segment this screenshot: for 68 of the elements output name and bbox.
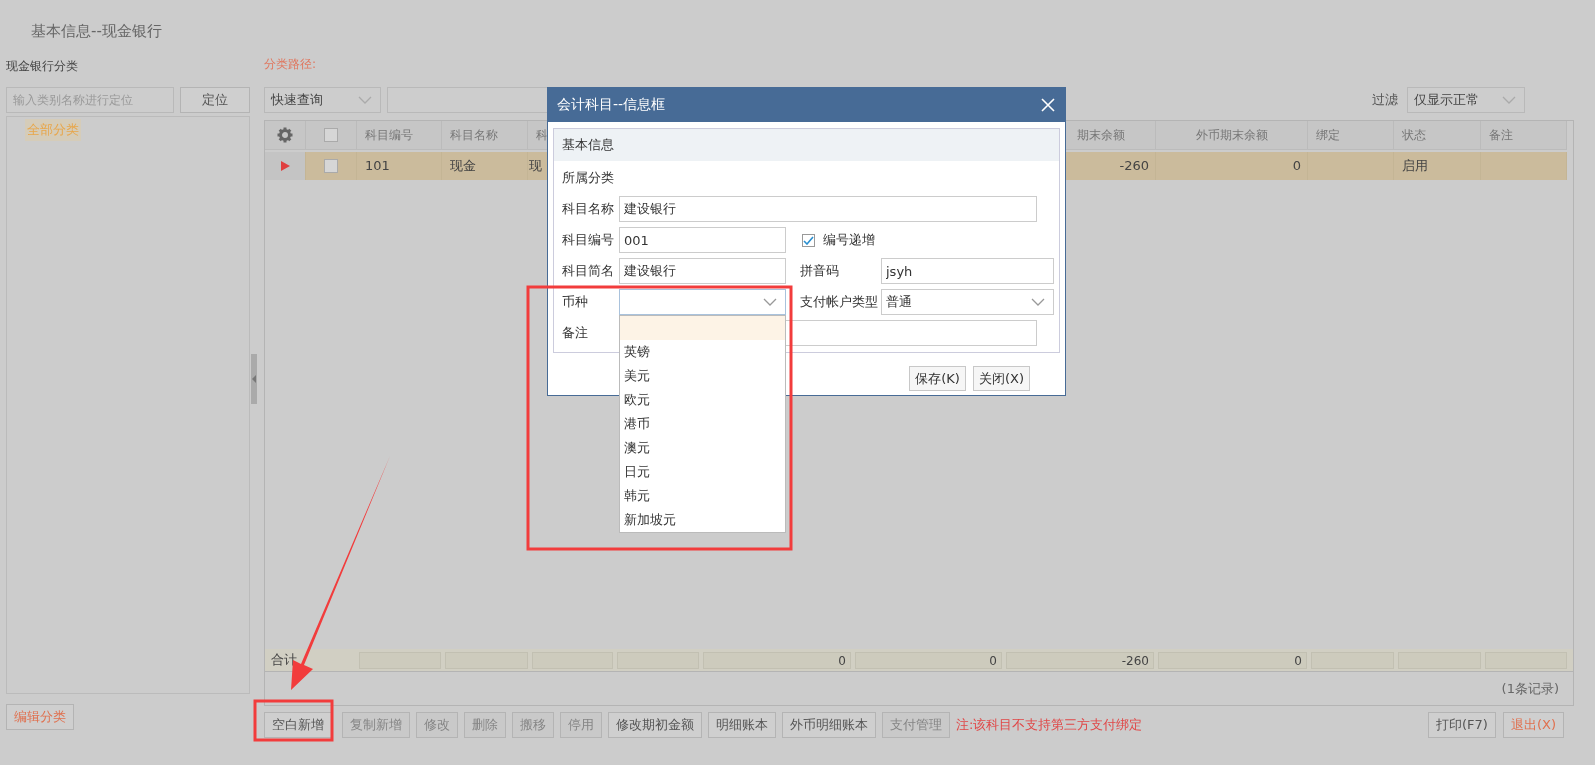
splitter-handle[interactable]	[251, 354, 257, 404]
row-pointer-icon	[280, 161, 290, 171]
dropdown-option[interactable]: 美元	[620, 364, 785, 388]
filter-label: 过滤	[1372, 91, 1398, 109]
field-label: 科目简名	[562, 262, 615, 280]
filter-select[interactable]: 仅显示正常	[1407, 87, 1525, 113]
locate-button[interactable]: 定位	[180, 87, 250, 113]
field-label: 支付帐户类型	[800, 293, 879, 311]
dropdown-option[interactable]: 澳元	[620, 436, 785, 460]
dropdown-field[interactable]	[619, 289, 786, 315]
chevron-icon	[1502, 96, 1516, 104]
close-button[interactable]: 关闭(X)	[972, 366, 1030, 391]
column-header[interactable]: 绑定	[1308, 121, 1394, 150]
table-cell: 0	[1156, 152, 1308, 180]
checkbox[interactable]	[802, 233, 815, 247]
total-cell: 0	[703, 651, 851, 669]
text-field[interactable]: 建设银行	[619, 258, 786, 284]
toolbar-button[interactable]: 外币明细账本	[782, 712, 876, 738]
query-select[interactable]: 快速查询	[264, 87, 381, 113]
chevron-icon	[1031, 298, 1045, 306]
toolbar-button[interactable]: 修改期初金额	[608, 712, 702, 738]
page-title: 基本信息--现金银行	[31, 22, 162, 40]
dialog-title: 会计科目--信息框	[557, 96, 666, 114]
field-label: 拼音码	[800, 262, 840, 280]
print-button[interactable]: 打印(F7)	[1428, 712, 1496, 738]
total-cell: 0	[855, 651, 1002, 669]
column-header[interactable]: 科目名称	[442, 121, 528, 150]
total-cell: -260	[1006, 651, 1154, 669]
column-header[interactable]: 外币期末余额	[1156, 121, 1308, 150]
field-label: 币种	[562, 293, 589, 311]
field-label: 备注	[562, 324, 589, 342]
toolbar-button[interactable]: 空白新增	[264, 712, 332, 738]
column-header[interactable]: 备注	[1481, 121, 1567, 150]
toolbar-button[interactable]: 明细账本	[708, 712, 776, 738]
table-cell: 启用	[1394, 152, 1481, 180]
section-title: 基本信息	[562, 136, 614, 154]
save-button[interactable]: 保存(K)	[909, 366, 966, 391]
dropdown-option[interactable]: 英镑	[620, 340, 785, 364]
total-label: 合计	[270, 651, 298, 669]
settings-icon[interactable]	[277, 127, 293, 143]
column-header[interactable]: 科目编号	[357, 121, 442, 150]
dropdown-field[interactable]: 普通	[881, 289, 1054, 315]
text-field[interactable]: 建设银行	[619, 196, 1037, 222]
table-cell: 现金	[442, 152, 528, 180]
dropdown-option[interactable]: 日元	[620, 460, 785, 484]
dropdown-option[interactable]: 新加坡元	[620, 508, 785, 532]
record-count: (1条记录)	[1501, 679, 1559, 698]
select-all-checkbox[interactable]	[324, 128, 338, 142]
text-field[interactable]: jsyh	[881, 258, 1054, 284]
chevron-icon	[358, 96, 372, 104]
dropdown-option[interactable]: 欧元	[620, 388, 785, 412]
dropdown-option[interactable]: 港币	[620, 412, 785, 436]
field-label: 科目名称	[562, 200, 615, 218]
row-checkbox[interactable]	[324, 159, 338, 173]
panel-title: 现金银行分类	[6, 58, 79, 75]
close-icon[interactable]	[1041, 98, 1055, 112]
text-field[interactable]: 001	[619, 227, 786, 253]
field-label: 科目编号	[562, 231, 615, 249]
table-cell: 101	[357, 152, 442, 180]
dropdown-option[interactable]	[620, 316, 785, 340]
column-header[interactable]: 状态	[1394, 121, 1481, 150]
path-label: 分类路径:	[264, 56, 318, 73]
dropdown-option[interactable]: 韩元	[620, 484, 785, 508]
note-text: 注:该科目不支持第三方支付绑定	[956, 716, 1143, 734]
chevron-icon	[763, 298, 777, 306]
field-label: 所属分类	[562, 169, 615, 187]
total-cell: 0	[1158, 651, 1307, 669]
checkbox-label: 编号递增	[823, 231, 875, 249]
